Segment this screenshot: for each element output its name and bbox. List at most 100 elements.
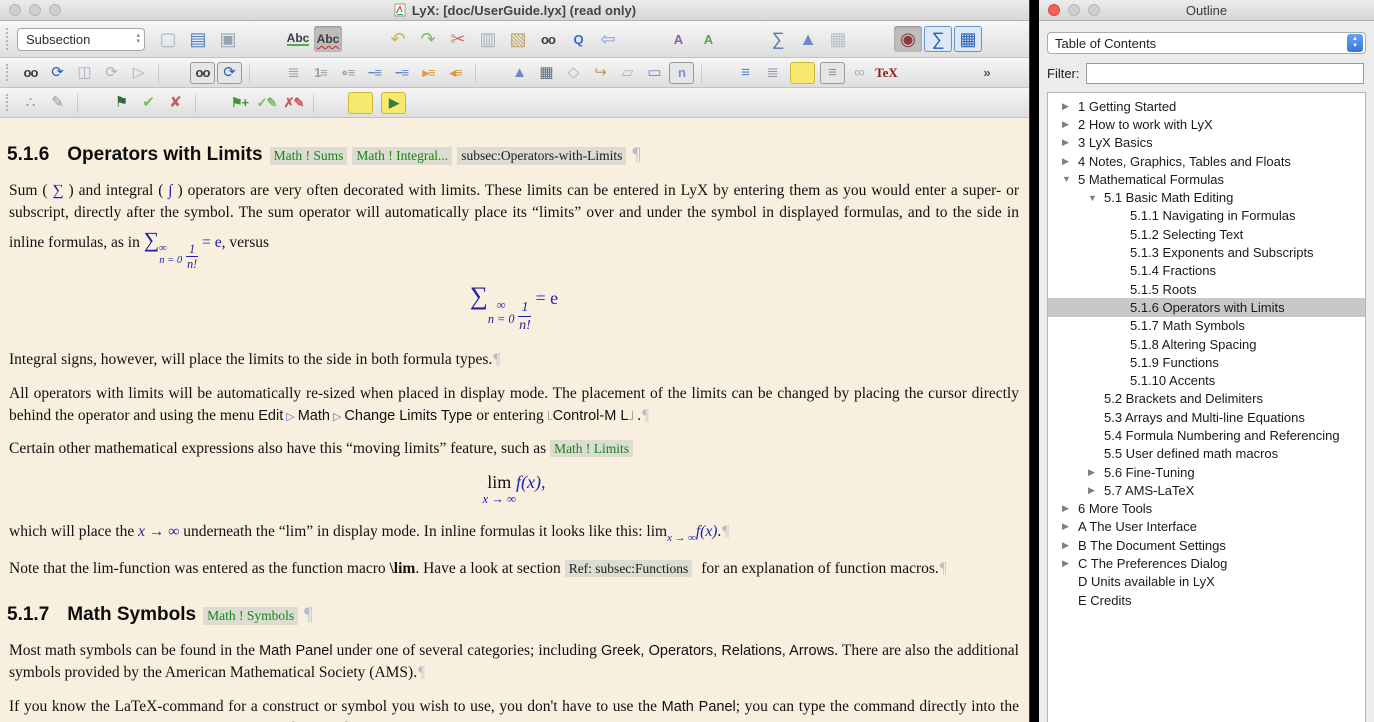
view-source-button[interactable]: ▷ [126, 62, 151, 84]
outline-tree-item[interactable]: ▼ 5 Mathematical Formulas [1048, 170, 1365, 188]
window-controls[interactable] [1048, 4, 1100, 16]
disclosure-triangle-icon[interactable]: ▶ [1060, 137, 1078, 148]
filter-input[interactable] [1086, 63, 1365, 84]
insert-table-button[interactable]: ▦ [824, 26, 852, 52]
toc-type-select[interactable]: Table of Contents ▲▼ [1047, 32, 1366, 54]
outline-tree-item[interactable]: ▶ B The Document Settings [1048, 536, 1365, 554]
spellcheck-button[interactable]: Abc [284, 26, 312, 52]
paragraph-style-combo[interactable]: Subsection ▴▾ [17, 28, 145, 51]
disclosure-triangle-icon[interactable]: ▶ [1060, 101, 1078, 112]
paste-button[interactable]: ▧ [504, 26, 532, 52]
update-preview-button[interactable]: ⟳ [45, 62, 70, 84]
outline-tree-item[interactable]: 5.1.4 Fractions [1048, 262, 1365, 280]
index-inset-badge[interactable]: Math ! Integral... [352, 147, 452, 165]
outline-tree-item[interactable]: 5.2 Brackets and Delimiters [1048, 390, 1365, 408]
main-titlebar[interactable]: LyX: [doc/UserGuide.lyx] (read only) [0, 0, 1029, 21]
open-document-button[interactable]: ▤ [184, 26, 212, 52]
insert-footnote-button[interactable]: n [669, 62, 694, 84]
update-other-formats-button[interactable]: ⟳ [217, 62, 242, 84]
wrap-float-button[interactable]: ↪ [588, 62, 613, 84]
paragraph-settings-button[interactable]: ≡ [733, 62, 758, 84]
outline-tree-item[interactable]: ▶ 3 LyX Basics [1048, 134, 1365, 152]
view-master-button[interactable]: ◫ [72, 62, 97, 84]
index-inset-badge[interactable]: Math ! Sums [270, 147, 348, 165]
text-style-button[interactable]: A [664, 26, 692, 52]
toolbar-overflow-button[interactable]: » [974, 62, 999, 84]
outline-tree-item[interactable]: 5.4 Formula Numbering and Referencing [1048, 426, 1365, 444]
outline-tree-item[interactable]: ▶ 1 Getting Started [1048, 97, 1365, 115]
disclosure-triangle-icon[interactable]: ▶ [1086, 485, 1104, 496]
outline-tree-item[interactable]: 5.1.2 Selecting Text [1048, 225, 1365, 243]
numbered-list-button[interactable]: 1≡ [308, 62, 333, 84]
merge-changes-button[interactable]: ⚑+ [227, 92, 252, 114]
decrease-depth-button[interactable]: −≡ [362, 62, 387, 84]
document-area[interactable]: 5.1.6 Operators with Limits Math ! Sums … [0, 118, 1029, 722]
copy-button[interactable]: ▥ [474, 26, 502, 52]
label-inset-badge[interactable]: subsec:Operators-with-Limits [457, 147, 626, 165]
outline-tree-item[interactable]: ▶ 2 How to work with LyX [1048, 115, 1365, 133]
next-change-button[interactable]: ⚑ [109, 92, 134, 114]
view-other-formats-button[interactable]: oo [190, 62, 215, 84]
track-changes-button[interactable]: ∴ [18, 92, 43, 114]
outline-tree-item[interactable]: ▶ 6 More Tools [1048, 500, 1365, 518]
window-controls[interactable] [9, 4, 61, 16]
insert-label-button[interactable]: ◇ [561, 62, 586, 84]
update-master-button[interactable]: ⟳ [99, 62, 124, 84]
minimize-button[interactable] [29, 4, 41, 16]
graphics-dialog-button[interactable]: ▲ [507, 62, 532, 84]
redo-button[interactable]: ↷ [414, 26, 442, 52]
insert-text-inset-button[interactable]: ≡ [820, 62, 845, 84]
index-inset-badge[interactable]: Math ! Symbols [203, 607, 298, 625]
outline-tree-item[interactable]: ▶ C The Preferences Dialog [1048, 554, 1365, 572]
find-replace-button[interactable]: Q [564, 26, 592, 52]
insert-box-button[interactable]: ▭ [642, 62, 667, 84]
disclosure-triangle-icon[interactable]: ▼ [1060, 174, 1078, 184]
disclosure-triangle-icon[interactable]: ▶ [1060, 503, 1078, 514]
move-paragraph-down-button[interactable]: ▸≡ [416, 62, 441, 84]
cut-button[interactable]: ✂ [444, 26, 472, 52]
insert-math-button[interactable]: ∑ [764, 26, 792, 52]
disclosure-triangle-icon[interactable]: ▶ [1060, 558, 1078, 569]
outline-tree-item[interactable]: D Units available in LyX [1048, 573, 1365, 591]
accept-all-changes-button[interactable]: ✓✎ [254, 92, 279, 114]
next-note-button[interactable]: ▶ [381, 92, 406, 114]
insert-hyperlink-button[interactable]: ∞ [847, 62, 872, 84]
inline-lim-formula[interactable]: limx → ∞f(x) [646, 523, 717, 540]
move-paragraph-up-button[interactable]: ◂≡ [443, 62, 468, 84]
new-document-button[interactable]: ▢ [154, 26, 182, 52]
index-inset-badge[interactable]: Math ! Limits [550, 440, 633, 457]
zoom-button[interactable] [1088, 4, 1100, 16]
display-sum-formula[interactable]: ∑∞n = 01n!= e [9, 283, 1019, 334]
insert-float-button[interactable]: ▱ [615, 62, 640, 84]
reject-all-changes-button[interactable]: ✗✎ [281, 92, 306, 114]
outline-tree-item[interactable]: 5.5 User defined math macros [1048, 445, 1365, 463]
close-button[interactable] [1048, 4, 1060, 16]
bullet-list-button[interactable]: ∘≡ [335, 62, 360, 84]
outline-tree-item[interactable]: ▶ 5.6 Fine-Tuning [1048, 463, 1365, 481]
outline-tree-item[interactable]: 5.1.9 Functions [1048, 353, 1365, 371]
preview-button[interactable]: oo [18, 62, 43, 84]
find-button[interactable]: oo [534, 26, 562, 52]
table-dialog-button[interactable]: ▦ [534, 62, 559, 84]
minimize-button[interactable] [1068, 4, 1080, 16]
accept-change-button[interactable]: ✔ [136, 92, 161, 114]
outline-tree[interactable]: ▶ 1 Getting Started ▶ 2 How to work with… [1047, 92, 1366, 722]
outline-tree-item[interactable]: 5.1.7 Math Symbols [1048, 317, 1365, 335]
insert-graphics-button[interactable]: ▲ [794, 26, 822, 52]
outline-tree-item[interactable]: 5.1.8 Altering Spacing [1048, 335, 1365, 353]
outline-tree-item[interactable]: ▶ 5.7 AMS-LaTeX [1048, 481, 1365, 499]
note-button[interactable] [348, 92, 373, 114]
ref-inset-badge[interactable]: Ref: subsec:Functions [565, 560, 693, 577]
outline-tree-item[interactable]: ▼ 5.1 Basic Math Editing [1048, 188, 1365, 206]
undo-button[interactable]: ↶ [384, 26, 412, 52]
outline-tree-item[interactable]: 5.1.6 Operators with Limits [1048, 298, 1365, 316]
save-document-button[interactable]: ▣ [214, 26, 242, 52]
increase-depth-button[interactable]: −≡ [389, 62, 414, 84]
disclosure-triangle-icon[interactable]: ▶ [1086, 467, 1104, 478]
reject-change-button[interactable]: ✘ [163, 92, 188, 114]
outline-tree-item[interactable]: E Credits [1048, 591, 1365, 609]
navigator-compass-button[interactable]: ◉ [894, 26, 922, 52]
disclosure-triangle-icon[interactable]: ▶ [1060, 119, 1078, 130]
layout-justify-button[interactable]: ≣ [281, 62, 306, 84]
inline-sum-formula[interactable]: ∑∞n = 01n!= e [144, 234, 222, 251]
